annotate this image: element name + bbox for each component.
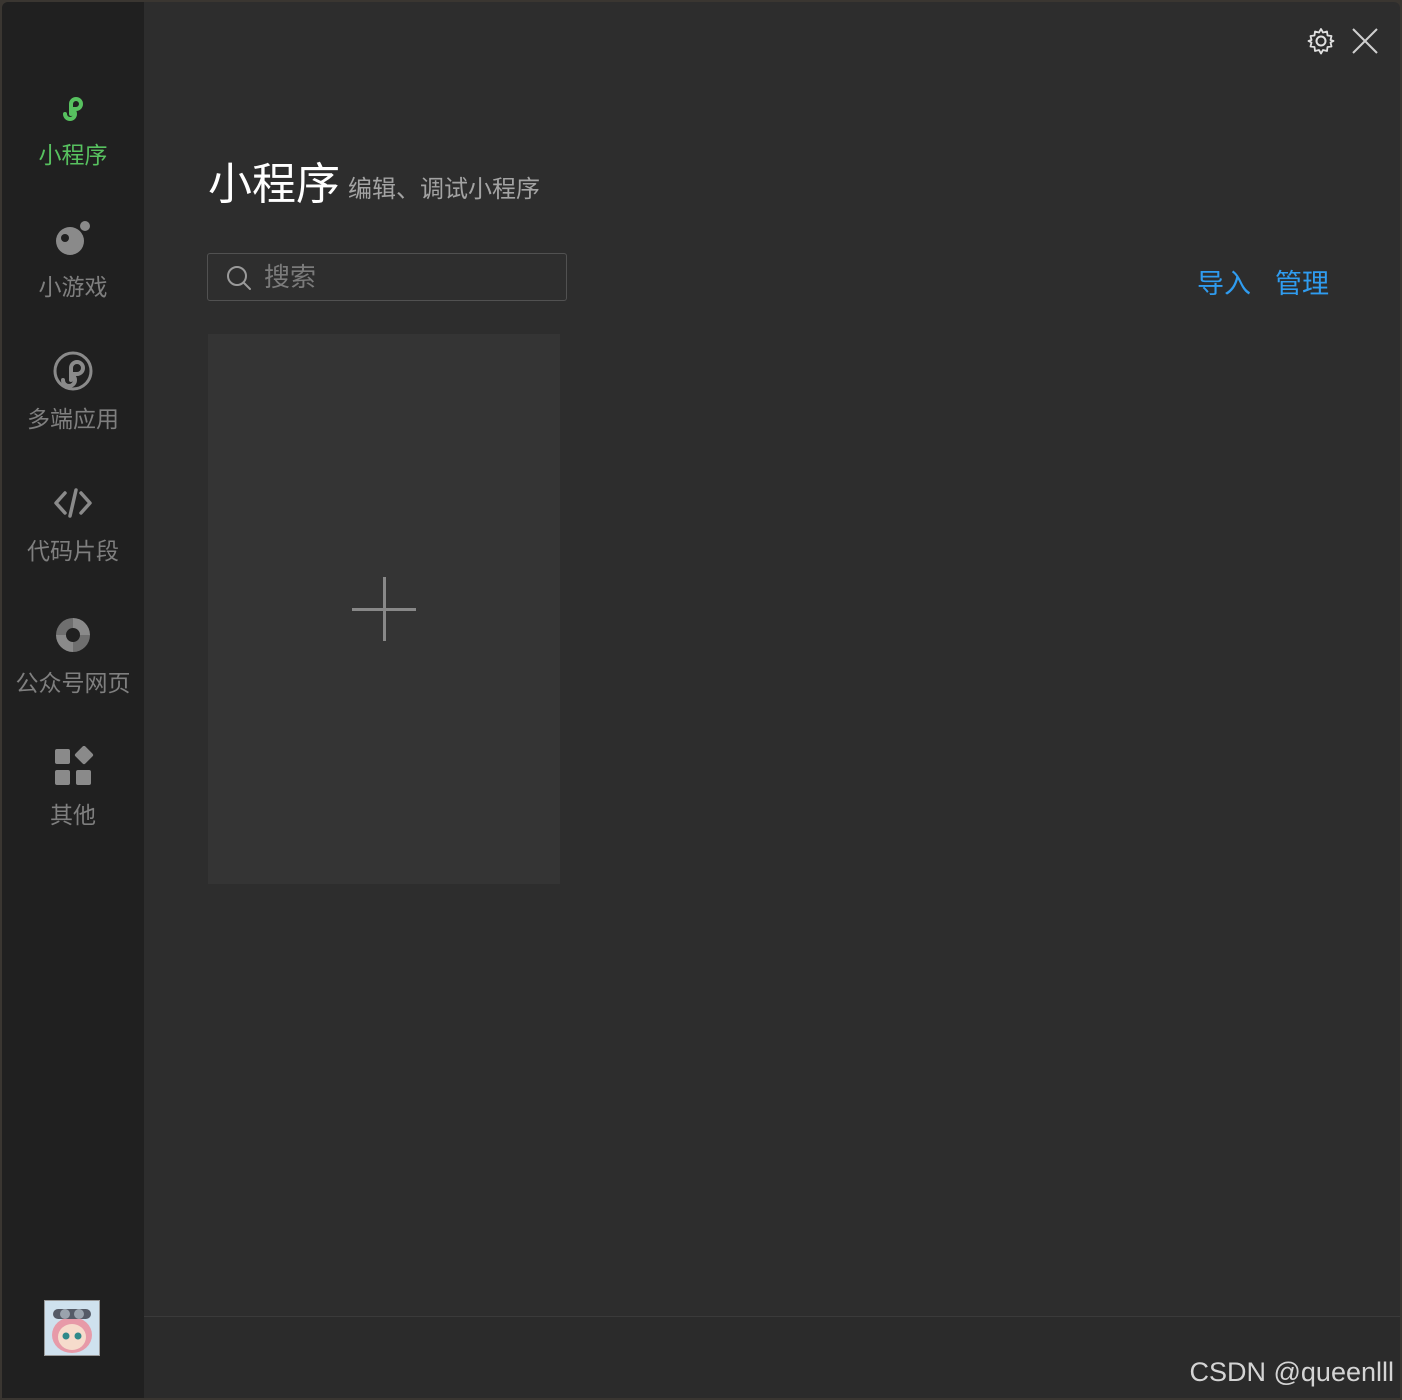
- code-icon: [54, 488, 92, 518]
- search-box: [207, 253, 567, 302]
- sidebar-item-label: 其他: [50, 803, 96, 829]
- minigame-icon: [56, 221, 90, 255]
- gear-icon[interactable]: [1306, 26, 1336, 56]
- other-grid-icon: [55, 746, 94, 785]
- import-button[interactable]: 导入: [1197, 262, 1251, 301]
- close-icon[interactable]: [1350, 26, 1380, 56]
- miniprogram-icon: [63, 97, 83, 121]
- search-input[interactable]: [262, 254, 556, 302]
- sidebar-item-label: 代码片段: [27, 539, 119, 565]
- sidebar-item-label: 小程序: [38, 143, 108, 169]
- main-window: 小程序 小游戏 多端应用 代码片段 公众号网页 其他 小程序 编辑、调试小程序 …: [2, 2, 1400, 1398]
- window-controls: [1306, 26, 1380, 56]
- manage-button[interactable]: 管理: [1275, 262, 1329, 301]
- official-account-icon: [56, 618, 90, 652]
- sidebar-item-label: 公众号网页: [15, 671, 131, 697]
- watermark-text: CSDN @queenlll: [1189, 1357, 1395, 1387]
- sidebar-item-miniprogram[interactable]: 小程序: [2, 86, 144, 196]
- page-subtitle: 编辑、调试小程序: [348, 175, 540, 203]
- footer-bar: CSDN @queenlll: [144, 1316, 1400, 1398]
- user-avatar[interactable]: [44, 1300, 100, 1356]
- search-icon: [227, 266, 251, 290]
- sidebar-item-code-snippets[interactable]: 代码片段: [2, 482, 144, 592]
- avatar-image: [45, 1301, 99, 1355]
- sidebar-item-label: 小游戏: [38, 275, 108, 301]
- sidebar-item-official-account[interactable]: 公众号网页: [2, 614, 144, 724]
- sidebar-item-other[interactable]: 其他: [2, 746, 144, 856]
- new-project-card[interactable]: [208, 334, 560, 884]
- page-title: 小程序: [208, 159, 340, 210]
- multiplatform-icon: [53, 351, 93, 391]
- sidebar-item-label: 多端应用: [27, 407, 119, 433]
- sidebar: 小程序 小游戏 多端应用 代码片段 公众号网页 其他: [2, 2, 144, 1398]
- sidebar-item-minigame[interactable]: 小游戏: [2, 218, 144, 328]
- sidebar-item-multiplatform[interactable]: 多端应用: [2, 350, 144, 460]
